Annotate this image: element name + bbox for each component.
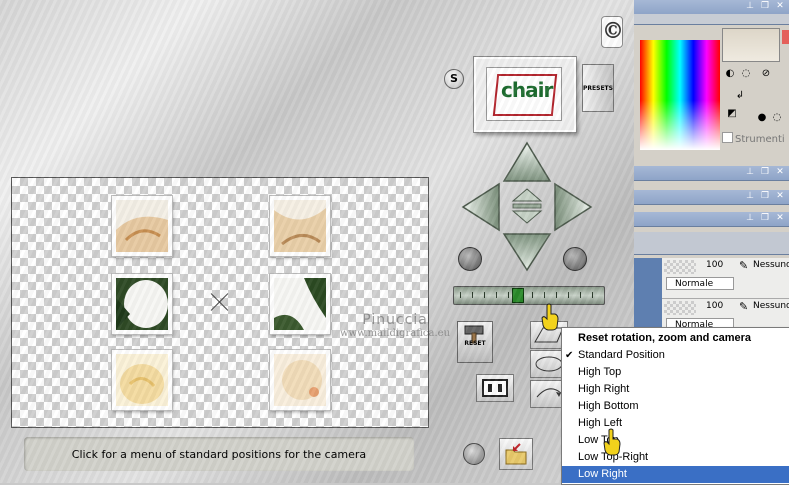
camera-position-menu: Reset rotation, zoom and camera ✔ Standar… [561,327,789,485]
copyright-logo-icon[interactable]: © [601,16,624,48]
rotate-right-button[interactable] [563,247,587,271]
restore-icon[interactable]: ❐ [760,213,770,223]
color-swatch[interactable] [722,28,780,62]
pin-icon[interactable]: ⊥ [745,1,755,11]
zoom-slider-knob[interactable] [512,288,524,303]
arrow-down-icon[interactable] [502,232,552,272]
layer-opacity[interactable]: 100 [706,301,723,311]
menu-item-low-top-right[interactable]: Low Top-Right [562,449,789,466]
menu-item-high-right[interactable]: High Right [562,381,789,398]
rose-photo [116,200,168,252]
menu-item-high-bottom[interactable]: High Bottom [562,398,789,415]
hand-pointer-icon [541,303,559,331]
menu-item-low-right[interactable]: Low Right [562,466,789,483]
film-frame-icon [482,379,508,397]
grid-toggle-button[interactable] [463,443,485,465]
reset-label: RESET [464,340,486,347]
rose-photo [274,354,326,406]
menu-item-low-top[interactable]: Low Top [562,432,789,449]
preset-thumbnail-word: chair [501,78,553,102]
layer-mode-select[interactable]: Normale [666,277,734,290]
zoom-slider[interactable] [453,286,605,305]
s-button[interactable]: S [444,69,464,89]
rose-photo [116,354,168,406]
dotted-circle-icon[interactable]: ◌ [740,68,752,80]
brush-icon[interactable]: ✎ [739,259,748,272]
presets-button[interactable]: PRESETS [582,64,614,112]
panel-titlebar[interactable]: ⊥ ❐ ✕ [634,212,789,227]
watermark-name: Pinuccia [362,312,428,328]
layer-blend[interactable]: Nessuno [753,260,789,270]
panel-tabbar [634,14,789,25]
preview-tile-bottom-right [270,350,330,410]
swap-arrows-icon[interactable]: ↲ [734,90,746,102]
checkmark-icon: ✔ [565,350,574,361]
close-icon[interactable]: ✕ [775,167,785,177]
rose-photo [274,278,326,330]
menu-item-reset[interactable]: Reset rotation, zoom and camera [562,330,789,347]
layer-thumbnail [664,260,696,274]
open-folder-button[interactable] [499,438,533,470]
preview-canvas[interactable] [11,177,429,428]
zoom-slider-ticks [460,292,598,298]
close-icon[interactable]: ✕ [775,213,785,223]
close-icon[interactable]: ✕ [775,191,785,201]
rotate-left-button[interactable] [458,247,482,271]
arrow-right-icon[interactable] [553,182,593,232]
layer-row[interactable]: 100 ✎ Nessuno Normale [662,258,789,299]
preset-thumbnail-image: chair [486,67,562,121]
strumenti-checkbox[interactable] [722,132,733,143]
restore-icon[interactable]: ❐ [760,191,770,201]
menu-item-high-left[interactable]: High Left [562,415,789,432]
panel-titlebar[interactable]: ⊥ ❐ ✕ [634,166,789,181]
status-hint: Click for a menu of standard positions f… [24,437,414,471]
color-spectrum-picker[interactable] [640,40,720,150]
layers-toolbar [634,232,789,255]
preview-tile-top-right [270,196,330,256]
no-color-icon[interactable]: ⊘ [760,68,772,80]
preview-tile-top-left [112,196,172,256]
solid-circle-icon[interactable]: ● [756,112,768,124]
menu-item-high-top[interactable]: High Top [562,364,789,381]
layer-blend[interactable]: Nessuno [753,301,789,311]
camera-plugin-window: Pinuccia www.maildigrafica.eu Click for … [0,0,634,483]
film-frame-button[interactable] [476,374,514,402]
hand-pointer-icon [603,428,621,456]
strumenti-option[interactable]: Strumenti [722,132,785,145]
rose-photo [116,278,168,330]
strumenti-label: Strumenti [735,134,785,145]
restore-icon[interactable]: ❐ [760,1,770,11]
menu-item-standard-position[interactable]: ✔ Standard Position [562,347,789,364]
brush-icon[interactable]: ✎ [739,300,748,313]
close-icon[interactable]: ✕ [775,1,785,11]
preview-tile-mid-left [112,274,172,334]
half-circle-icon[interactable]: ◐ [724,68,736,80]
presets-label: PRESETS [583,84,613,92]
menu-item-label: Standard Position [578,349,665,361]
swatch-red-tab[interactable] [782,30,789,44]
restore-icon[interactable]: ❐ [760,167,770,177]
gradient-icon[interactable]: ◩ [726,108,738,120]
layer-thumbnail [664,301,696,315]
zoom-in-out-icon[interactable] [507,185,547,227]
arrow-up-icon[interactable] [502,141,552,185]
pin-icon[interactable]: ⊥ [745,213,755,223]
folder-icon [505,443,527,465]
panel-titlebar[interactable]: ⊥ ❐ ✕ [634,190,789,205]
arrow-left-icon[interactable] [461,182,501,232]
reset-button[interactable]: RESET [457,321,493,363]
watermark: Pinuccia www.maildigrafica.eu [340,312,450,339]
preview-tile-bottom-left [112,350,172,410]
pin-icon[interactable]: ⊥ [745,167,755,177]
preset-thumbnail[interactable]: chair [474,57,576,132]
rose-photo [274,200,326,252]
pin-icon[interactable]: ⊥ [745,191,755,201]
center-cross-icon [210,292,230,312]
layer-opacity[interactable]: 100 [706,260,723,270]
preview-tile-mid-right [270,274,330,334]
panel-titlebar[interactable]: ⊥ ❐ ✕ [634,0,789,15]
watermark-url: www.maildigrafica.eu [340,328,451,339]
pattern-icon[interactable]: ◌ [771,112,783,124]
